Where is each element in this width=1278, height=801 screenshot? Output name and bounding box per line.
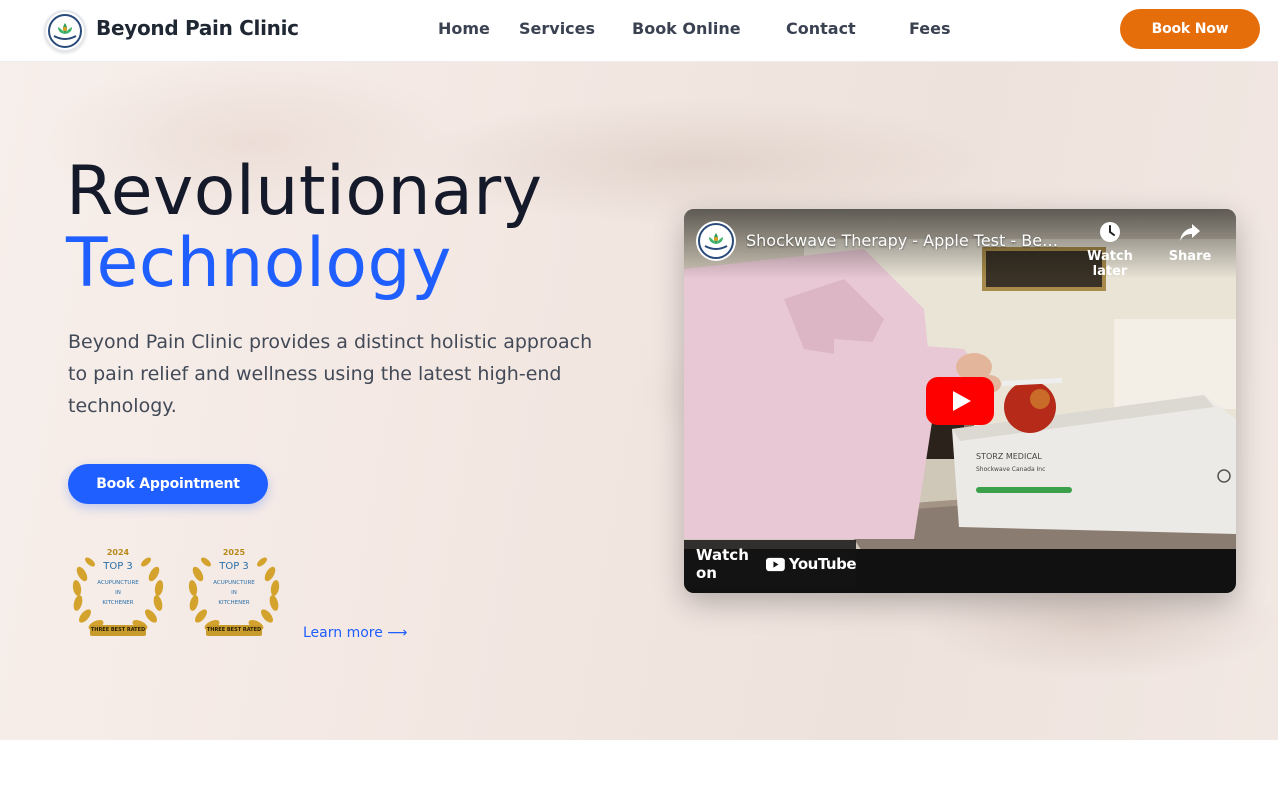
share-button[interactable]: Share	[1156, 221, 1224, 264]
device-sub-label: Shockwave Canada Inc	[976, 466, 1045, 473]
award-badge-2025: 2025 TOP 3 ACUPUNCTURE IN KITCHENER THRE…	[184, 544, 284, 644]
book-now-button[interactable]: Book Now	[1120, 9, 1260, 49]
watch-later-label: Watch later	[1087, 249, 1133, 279]
youtube-wordmark: YouTube	[788, 555, 857, 573]
book-appointment-button[interactable]: Book Appointment	[68, 464, 268, 504]
play-icon[interactable]	[926, 377, 994, 425]
award-badge-2024: 2024 TOP 3 ACUPUNCTURE IN KITCHENER THRE…	[68, 544, 168, 644]
hero-description: Beyond Pain Clinic provides a distinct h…	[68, 331, 593, 417]
nav-contact[interactable]: Contact	[786, 19, 856, 38]
badge-rank: TOP 3	[103, 561, 133, 572]
nav-fees[interactable]: Fees	[909, 19, 951, 38]
device-brand-label: STORZ MEDICAL	[976, 452, 1042, 461]
watch-later-button[interactable]: Watch later	[1072, 221, 1148, 279]
badge-line2: IN	[115, 590, 121, 596]
nav-services[interactable]: Services	[519, 19, 595, 38]
youtube-logo-icon	[766, 557, 785, 571]
badge-line3: KITCHENER	[102, 600, 134, 606]
hero-title-line2: Technology	[66, 224, 452, 303]
badge-line3: KITCHENER	[218, 600, 250, 606]
site-header: Beyond Pain Clinic Home Services Book On…	[0, 0, 1278, 62]
watch-on-youtube-button[interactable]: Watch on YouTube	[684, 540, 857, 588]
learn-more-link[interactable]: Learn more ⟶	[303, 625, 407, 641]
nav-home[interactable]: Home	[438, 19, 490, 38]
badge-line1: ACUPUNCTURE	[97, 580, 139, 586]
badge-year: 2025	[222, 548, 246, 557]
youtube-video-embed[interactable]: STORZ MEDICAL Shockwave Canada Inc Shock…	[684, 209, 1236, 593]
brand-name[interactable]: Beyond Pain Clinic	[96, 16, 299, 40]
video-title[interactable]: Shockwave Therapy - Apple Test - Beyond …	[746, 231, 1066, 250]
badge-line2: IN	[231, 590, 237, 596]
share-label: Share	[1168, 249, 1212, 264]
badge-rank: TOP 3	[219, 561, 249, 572]
share-arrow-icon	[1180, 224, 1200, 241]
nav-book-online[interactable]: Book Online	[632, 19, 741, 38]
clock-icon	[1100, 222, 1120, 242]
channel-avatar-icon[interactable]	[696, 221, 736, 261]
badge-ribbon: THREE BEST RATED	[90, 625, 146, 636]
badge-year: 2024	[106, 548, 130, 557]
lotus-logo-icon[interactable]	[44, 10, 86, 52]
badge-line1: ACUPUNCTURE	[213, 580, 255, 586]
badge-ribbon: THREE BEST RATED	[206, 625, 262, 636]
hero-section: Revolutionary Technology Beyond Pain Cli…	[0, 62, 1278, 740]
hero-title-line1: Revolutionary	[66, 152, 543, 231]
watch-on-label: Watch on	[696, 546, 749, 582]
